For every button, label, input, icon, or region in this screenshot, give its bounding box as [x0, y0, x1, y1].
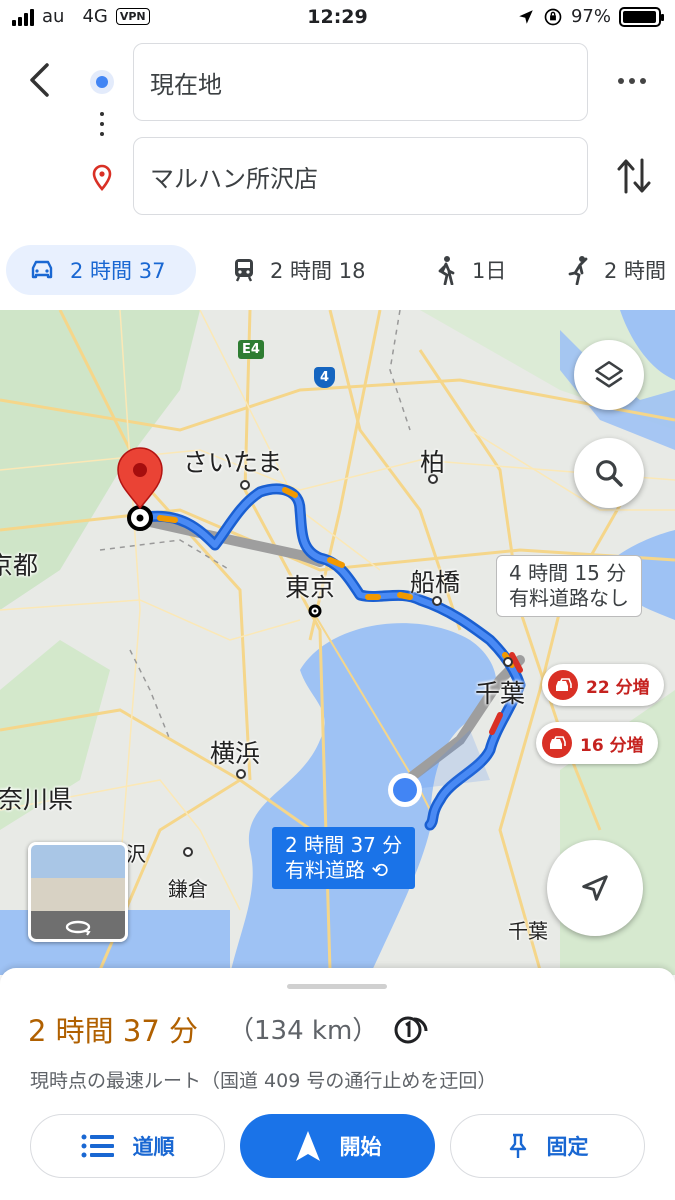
more-options-button[interactable]	[612, 66, 652, 96]
pin-button[interactable]: 固定	[450, 1114, 645, 1178]
navigation-arrow-icon	[582, 875, 608, 901]
tab-transit[interactable]: 2 時間 18	[232, 245, 365, 295]
search-along-route-button[interactable]	[574, 438, 644, 508]
layers-icon	[594, 360, 624, 388]
walk-icon	[438, 256, 455, 285]
alt-route-time: 4 時間 15 分	[509, 561, 627, 585]
traffic-delay-label: 16 分増	[580, 735, 644, 756]
main-route-time: 2 時間 37 分	[285, 833, 403, 857]
traffic-icon	[542, 728, 572, 758]
battery-percent: 97%	[570, 6, 611, 27]
place-tokyo: 東京	[285, 573, 336, 602]
rotation-lock-icon	[544, 8, 562, 25]
pin-icon	[509, 1133, 526, 1158]
destination-field[interactable]: マルハン所沢店	[133, 137, 588, 215]
traffic-delay-1[interactable]: 22 分増	[542, 664, 664, 706]
route-summary-sheet: 2 時間 37 分 （134 km） 現時点の最速ルート（国道 409 号の通行…	[0, 968, 675, 1200]
alt-route-note: 有料道路なし	[509, 586, 629, 610]
back-arrow-icon	[30, 63, 49, 97]
start-label: 開始	[339, 1135, 382, 1159]
traffic-delay-2[interactable]: 16 分増	[536, 722, 658, 764]
place-fujisawa: 沢	[126, 842, 146, 866]
navigation-start-icon	[295, 1131, 320, 1161]
swap-button[interactable]	[614, 152, 654, 200]
route-duration: 2 時間 37 分	[28, 1014, 199, 1048]
tab-driving-label: 2 時間 37	[70, 259, 166, 283]
tab-rideshare[interactable]: 2 時間	[566, 245, 666, 295]
search-icon	[596, 460, 623, 487]
back-button[interactable]	[22, 58, 58, 102]
traffic-delay-label: 22 分増	[586, 677, 650, 698]
battery-fill	[623, 10, 656, 23]
location-arrow-icon	[519, 9, 533, 24]
origin-dot-icon	[90, 70, 114, 94]
route4-shield: 4	[314, 367, 336, 388]
place-funabashi: 船橋	[410, 568, 461, 597]
route-distance: （134 km）	[228, 1016, 379, 1046]
tab-driving[interactable]: 2 時間 37	[6, 245, 196, 295]
car-icon	[31, 260, 53, 279]
place-kanagawa: 奈川県	[0, 785, 74, 814]
place-chiba-ken: 千葉	[508, 919, 548, 943]
toll-icon	[394, 1016, 428, 1044]
place-tokyo-to: 京都	[0, 551, 39, 580]
pin-label: 固定	[546, 1135, 589, 1159]
rotate-360-icon	[65, 920, 91, 936]
alt-route-callout[interactable]: 4 時間 15 分 有料道路なし	[496, 555, 642, 617]
start-button[interactable]: 開始	[240, 1114, 435, 1178]
route-description: 現時点の最速ルート（国道 409 号の通行止めを迂回）	[30, 1070, 497, 1092]
origin-field[interactable]: 現在地	[133, 43, 588, 121]
traffic-icon	[548, 670, 578, 700]
rideshare-icon	[568, 256, 588, 285]
destination-pin-icon	[90, 164, 114, 196]
main-route-note: 有料道路	[285, 858, 365, 882]
tab-transit-label: 2 時間 18	[270, 259, 366, 283]
map-view[interactable]: E4 4 さいたま 柏 東京 船橋 千葉 横浜 鎌倉 京都 奈川県 沢 千葉 4…	[0, 310, 675, 975]
place-saitama: さいたま	[183, 448, 283, 477]
place-chiba: 千葉	[475, 679, 526, 708]
main-route-callout[interactable]: 2 時間 37 分 有料道路 ⟲	[272, 827, 416, 889]
steps-button[interactable]: 道順	[30, 1114, 225, 1178]
travel-mode-tabs: 2 時間 37 2 時間 18 1日 2 時間	[0, 240, 675, 302]
e4-shield: E4	[238, 340, 264, 359]
place-kashiwa: 柏	[420, 448, 446, 477]
recenter-button[interactable]	[547, 840, 643, 936]
status-bar: au 4G VPN 12:29 97%	[0, 0, 675, 38]
swap-icon	[617, 158, 651, 194]
list-icon	[81, 1134, 114, 1158]
transit-icon	[235, 259, 253, 282]
steps-label: 道順	[132, 1135, 175, 1159]
place-kamakura: 鎌倉	[168, 877, 208, 901]
layers-button[interactable]	[574, 340, 644, 410]
main-route-note-row: 有料道路 ⟲	[285, 858, 402, 883]
sheet-handle[interactable]	[287, 984, 387, 989]
battery-icon	[619, 6, 664, 27]
tab-walking-label: 1日	[472, 259, 507, 283]
route-dots-icon	[99, 112, 105, 142]
toll-icon-small: ⟲	[371, 858, 389, 882]
place-yokohama: 横浜	[210, 739, 261, 768]
tab-rideshare-label: 2 時間	[604, 259, 667, 283]
street-view-thumbnail[interactable]	[28, 842, 128, 942]
status-right: 97%	[517, 6, 664, 27]
tab-walking[interactable]: 1日	[434, 245, 506, 295]
